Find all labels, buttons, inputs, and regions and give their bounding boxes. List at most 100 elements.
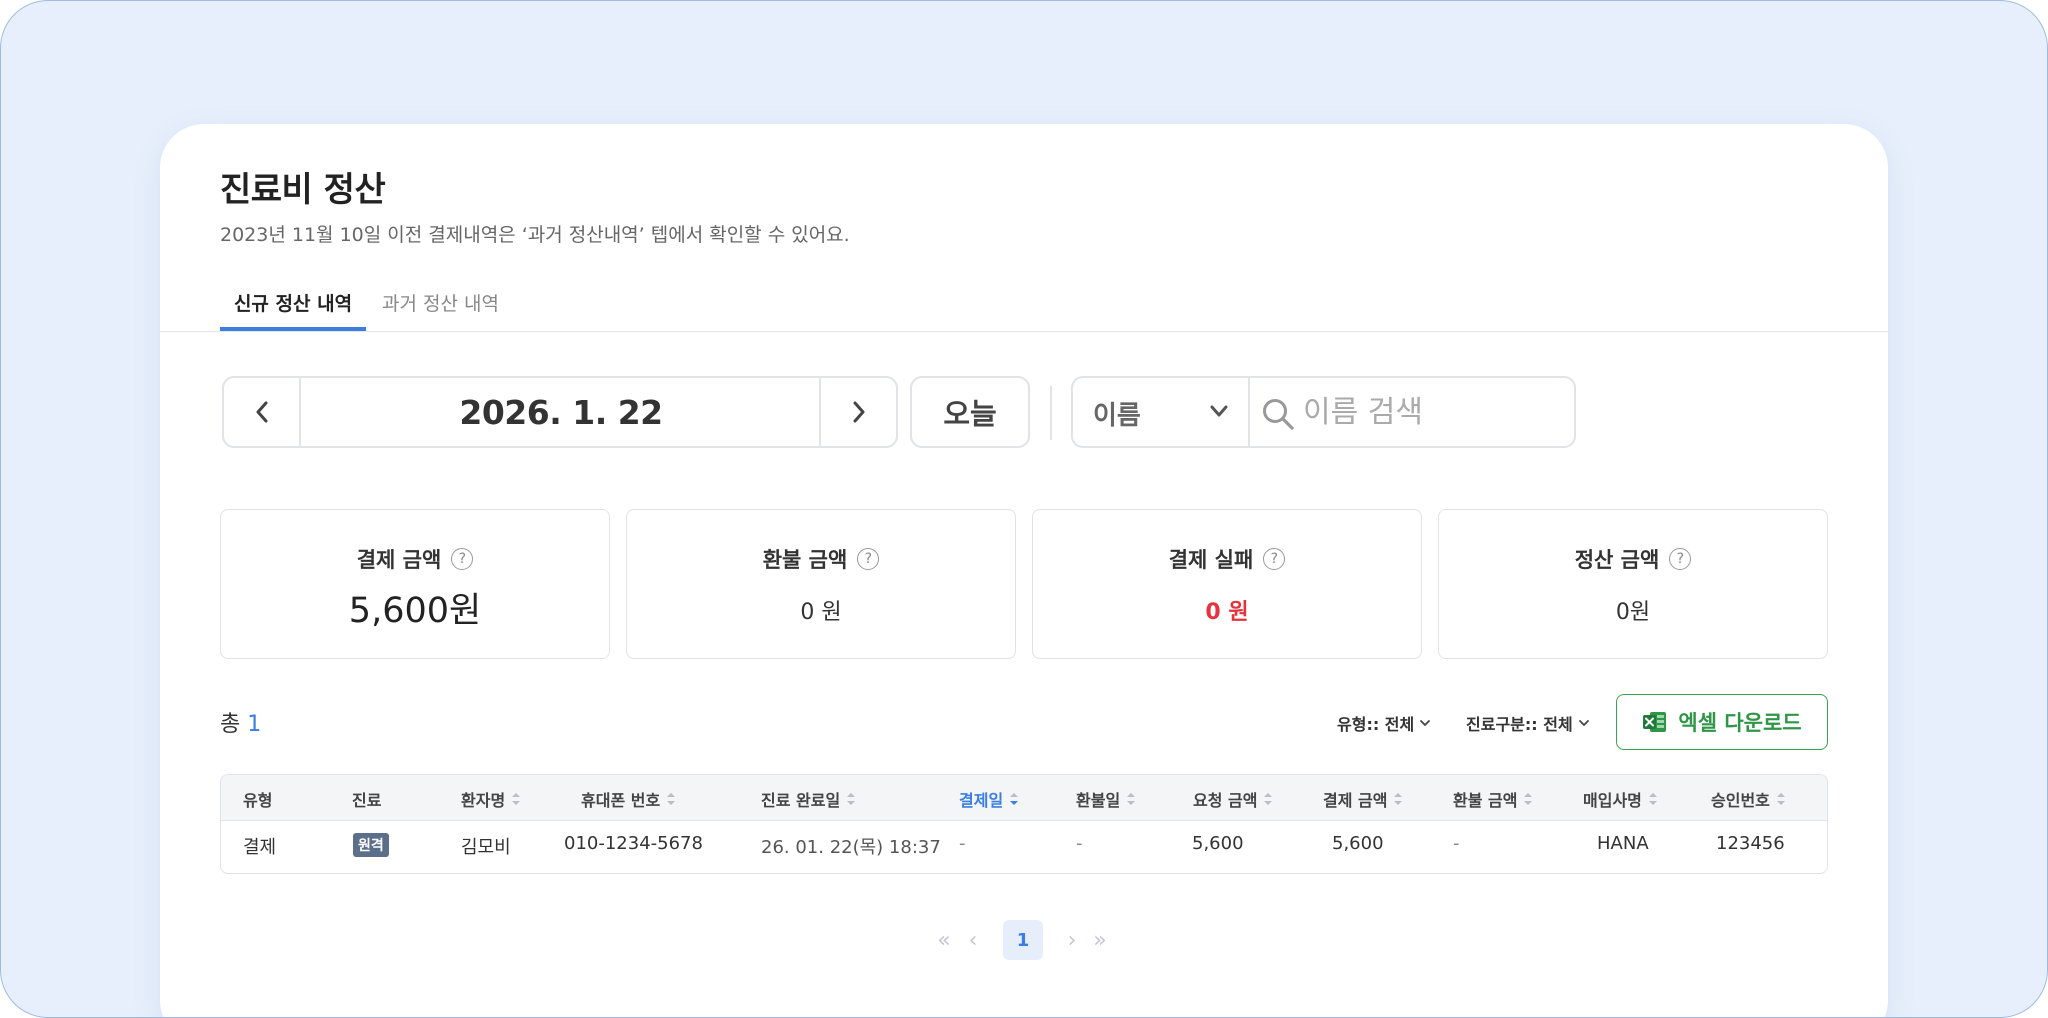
selected-date[interactable]: 2026. 1. 22 [301, 378, 821, 446]
column-header-label: 휴대폰 번호 [581, 791, 661, 810]
sort-icon [1394, 793, 1403, 805]
cell-phone: 010-1234-5678 [564, 833, 703, 854]
column-header-label: 결제일 [959, 791, 1004, 810]
search-input[interactable] [1303, 388, 1563, 436]
search-field-select[interactable]: 이름 [1073, 378, 1250, 446]
column-header-label: 환자명 [461, 791, 506, 810]
care-type-filter[interactable]: 진료구분:: 전체 [1466, 711, 1590, 735]
sort-icon [1524, 793, 1533, 805]
column-header-label: 진료 [352, 791, 382, 810]
next-date-button[interactable] [819, 378, 896, 446]
summary-card-header: 결제 금액 ? [221, 544, 609, 574]
care-type-badge: 원격 [353, 833, 389, 857]
summary-card-header: 정산 금액 ? [1439, 544, 1827, 574]
table-row[interactable]: 결제 원격 김모비 010-1234-5678 26. 01. 22(목) 18… [221, 820, 1827, 873]
previous-date-button[interactable] [224, 378, 301, 446]
column-header-label: 유형 [243, 791, 273, 810]
payment-amount-value: 5,600원 [348, 591, 482, 631]
summary-card-settlement: 정산 금액 ? 0원 [1438, 509, 1828, 659]
current-page[interactable]: 1 [1003, 920, 1043, 960]
settlement-panel: 진료비 정산 2023년 11월 10일 이전 결제내역은 ‘과거 정산내역’ … [160, 124, 1888, 1017]
cell-requested-amount: 5,600 [1192, 833, 1244, 854]
chevron-right-icon [853, 401, 864, 423]
pagination: « ‹ 1 › » [160, 920, 1888, 960]
column-header-label: 요청 금액 [1193, 791, 1258, 810]
summary-card-label: 정산 금액 [1574, 548, 1660, 572]
column-header-refund-date[interactable]: 환불일 [1076, 787, 1136, 811]
column-header-type: 유형 [243, 787, 272, 811]
tab-past-settlement[interactable]: 과거 정산 내역 [382, 289, 499, 331]
excel-icon [1643, 712, 1667, 732]
column-header-label: 승인번호 [1711, 791, 1770, 810]
cell-patient-name: 김모비 [461, 837, 511, 858]
summary-card-failed: 결제 실패 ? 0 원 [1032, 509, 1422, 659]
sort-icon [847, 793, 856, 805]
chevron-down-icon [1420, 720, 1431, 726]
app-background: 진료비 정산 2023년 11월 10일 이전 결제내역은 ‘과거 정산내역’ … [0, 0, 2048, 1018]
column-header-paid-amount[interactable]: 결제 금액 [1323, 787, 1403, 811]
today-button[interactable]: 오늘 [910, 376, 1030, 448]
column-header-requested-amount[interactable]: 요청 금액 [1193, 787, 1273, 811]
sort-icon [1648, 793, 1657, 805]
search-field-label: 이름 [1093, 401, 1141, 431]
date-navigator: 2026. 1. 22 [222, 376, 898, 448]
summary-card-header: 결제 실패 ? [1033, 544, 1421, 574]
summary-card-header: 환불 금액 ? [627, 544, 1015, 574]
cell-completed-date: 26. 01. 22(목) 18:37 [761, 837, 941, 858]
help-icon[interactable]: ? [857, 548, 880, 570]
sort-icon [1127, 793, 1136, 805]
total-label: 총 [220, 712, 241, 737]
column-header-label: 매입사명 [1583, 791, 1642, 810]
total-count: 총 1 [220, 706, 261, 738]
sort-desc-icon [1010, 793, 1019, 805]
chevron-down-icon [1210, 405, 1228, 417]
sort-icon [512, 793, 521, 805]
column-header-paid-date[interactable]: 결제일 [959, 787, 1019, 811]
column-header-phone[interactable]: 휴대폰 번호 [581, 787, 676, 811]
next-page-icon[interactable]: › [1062, 920, 1082, 960]
help-icon[interactable]: ? [451, 548, 474, 570]
first-page-icon[interactable]: « [931, 920, 957, 960]
settlement-table: 유형 진료 환자명 휴대폰 번호 진료 완료일 결제일 환불일 요청 금액 결제… [220, 774, 1828, 874]
sort-icon [1776, 793, 1785, 805]
excel-download-label: 엑셀 다운로드 [1678, 711, 1802, 735]
table-header: 유형 진료 환자명 휴대폰 번호 진료 완료일 결제일 환불일 요청 금액 결제… [221, 775, 1827, 821]
type-filter[interactable]: 유형:: 전체 [1337, 711, 1431, 735]
column-header-label: 환불일 [1076, 791, 1121, 810]
previous-page-icon[interactable]: ‹ [963, 920, 983, 960]
search-icon [1263, 399, 1294, 430]
last-page-icon[interactable]: » [1087, 920, 1113, 960]
cell-paid-date: - [959, 833, 966, 854]
search-box: 이름 [1071, 376, 1576, 448]
cell-acquirer: HANA [1597, 833, 1649, 854]
sort-icon [1264, 793, 1273, 805]
toolbar-divider [1050, 386, 1052, 440]
settlement-amount-value: 0원 [1615, 600, 1651, 625]
tab-new-settlement[interactable]: 신규 정산 내역 [220, 289, 366, 331]
column-header-completed-date[interactable]: 진료 완료일 [761, 787, 856, 811]
help-icon[interactable]: ? [1263, 548, 1286, 570]
page-subtitle: 2023년 11월 10일 이전 결제내역은 ‘과거 정산내역’ 텝에서 확인할… [220, 224, 850, 246]
summary-card-label: 환불 금액 [762, 548, 848, 572]
column-header-label: 환불 금액 [1453, 791, 1518, 810]
cell-paid-amount: 5,600 [1332, 833, 1384, 854]
failed-amount-value: 0 원 [1205, 600, 1249, 625]
cell-refund-date: - [1076, 833, 1083, 854]
summary-card-label: 결제 실패 [1168, 548, 1254, 572]
sort-icon [667, 793, 676, 805]
column-header-label: 진료 완료일 [761, 791, 841, 810]
type-filter-label: 유형:: 전체 [1337, 715, 1415, 734]
column-header-refund-amount[interactable]: 환불 금액 [1453, 787, 1533, 811]
total-count-value: 1 [247, 712, 262, 737]
care-type-filter-label: 진료구분:: 전체 [1466, 715, 1573, 734]
help-icon[interactable]: ? [1669, 548, 1692, 570]
column-header-patient[interactable]: 환자명 [461, 787, 521, 811]
column-header-approval-no[interactable]: 승인번호 [1711, 787, 1786, 811]
summary-card-payment: 결제 금액 ? 5,600원 [220, 509, 610, 659]
page-title: 진료비 정산 [220, 170, 386, 210]
column-header-acquirer[interactable]: 매입사명 [1583, 787, 1658, 811]
excel-download-button[interactable]: 엑셀 다운로드 [1616, 694, 1828, 750]
tabs-divider [160, 331, 1888, 332]
summary-card-label: 결제 금액 [356, 548, 442, 572]
summary-card-refund: 환불 금액 ? 0 원 [626, 509, 1016, 659]
